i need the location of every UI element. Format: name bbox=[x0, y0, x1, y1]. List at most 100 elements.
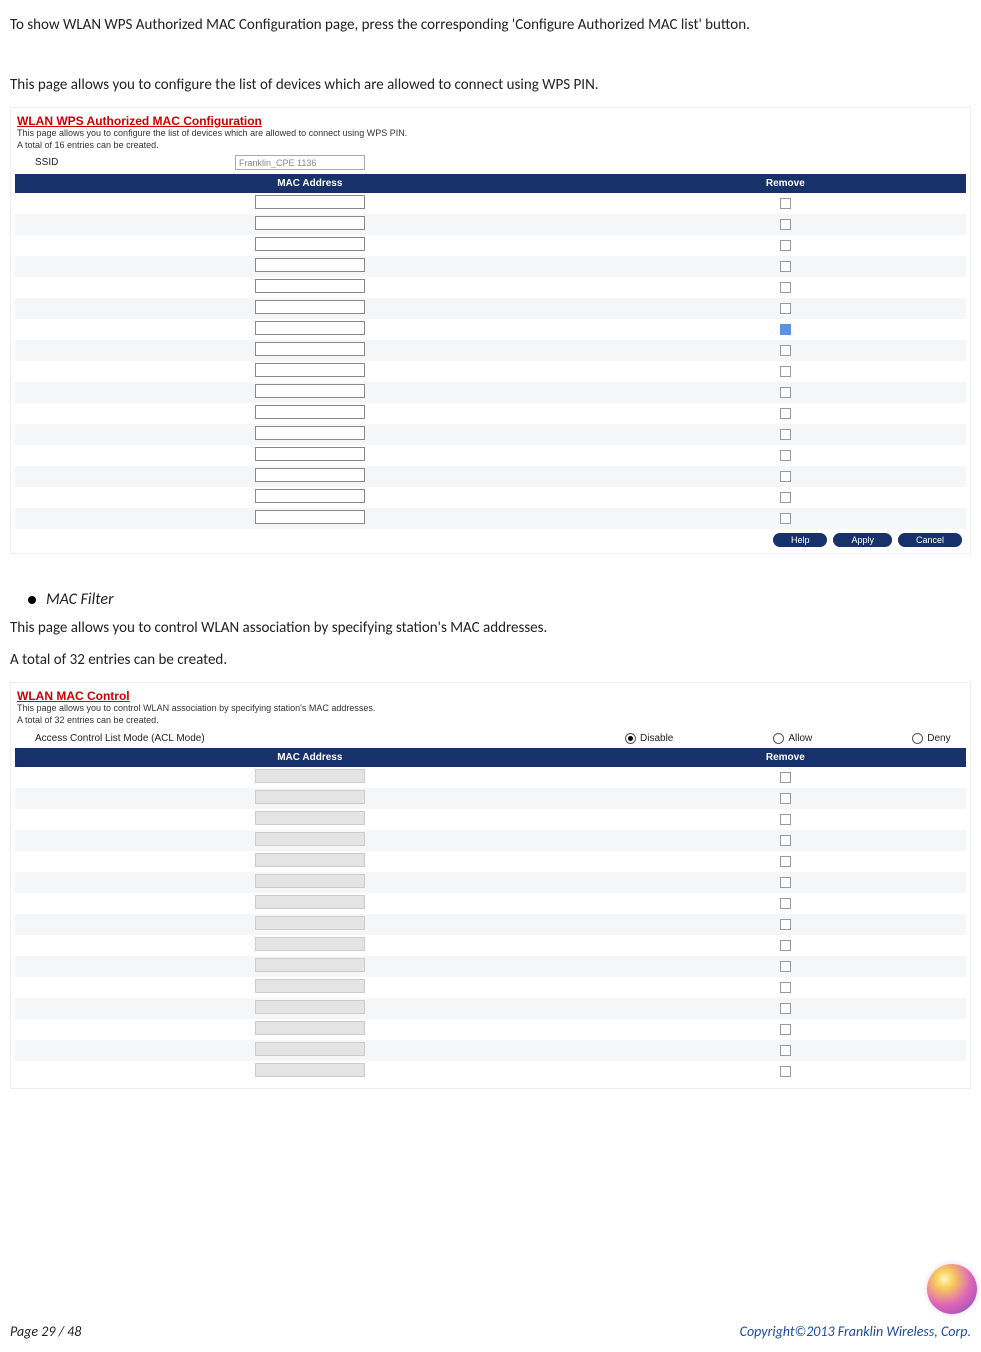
acl-mode-label: Access Control List Mode (ACL Mode) bbox=[35, 733, 625, 744]
panel2-desc2: A total of 32 entries can be created. bbox=[15, 715, 966, 727]
mac-address-input[interactable] bbox=[255, 363, 365, 377]
mac-address-input[interactable] bbox=[255, 874, 365, 888]
globe-logo-icon bbox=[927, 1264, 977, 1314]
mac-address-input[interactable] bbox=[255, 958, 365, 972]
remove-checkbox[interactable] bbox=[780, 898, 791, 909]
mac-address-input[interactable] bbox=[255, 300, 365, 314]
table-row bbox=[15, 235, 966, 256]
table-row bbox=[15, 466, 966, 487]
remove-checkbox[interactable] bbox=[780, 198, 791, 209]
remove-checkbox[interactable] bbox=[780, 814, 791, 825]
mac-address-input[interactable] bbox=[255, 258, 365, 272]
mac-address-input[interactable] bbox=[255, 979, 365, 993]
wlan-mac-control-panel: WLAN MAC Control This page allows you to… bbox=[10, 682, 971, 1088]
filter-paragraph-2: A total of 32 entries can be created. bbox=[10, 645, 971, 677]
panel2-title: WLAN MAC Control bbox=[15, 689, 966, 703]
mac-address-input[interactable] bbox=[255, 1000, 365, 1014]
table-row bbox=[15, 851, 966, 872]
mac-address-input[interactable] bbox=[255, 342, 365, 356]
remove-checkbox[interactable] bbox=[780, 324, 791, 335]
mac-address-input[interactable] bbox=[255, 937, 365, 951]
remove-checkbox[interactable] bbox=[780, 1003, 791, 1014]
wps-mac-config-panel: WLAN WPS Authorized MAC Configuration Th… bbox=[10, 107, 971, 554]
remove-checkbox[interactable] bbox=[780, 513, 791, 524]
remove-checkbox[interactable] bbox=[780, 450, 791, 461]
table-row bbox=[15, 956, 966, 977]
remove-checkbox[interactable] bbox=[780, 492, 791, 503]
table-row bbox=[15, 298, 966, 319]
remove-checkbox[interactable] bbox=[780, 282, 791, 293]
remove-checkbox[interactable] bbox=[780, 940, 791, 951]
mac-address-input[interactable] bbox=[255, 832, 365, 846]
acl-mode-row: Access Control List Mode (ACL Mode) Disa… bbox=[35, 733, 966, 744]
help-button[interactable]: Help bbox=[773, 533, 828, 547]
mac-address-input[interactable] bbox=[255, 510, 365, 524]
radio-icon bbox=[912, 733, 923, 744]
mac-address-input[interactable] bbox=[255, 790, 365, 804]
mac-address-input[interactable] bbox=[255, 237, 365, 251]
acl-option-deny[interactable]: Deny bbox=[912, 733, 950, 744]
table-row bbox=[15, 424, 966, 445]
mac-address-input[interactable] bbox=[255, 426, 365, 440]
mac-address-input[interactable] bbox=[255, 1063, 365, 1077]
mac-address-input[interactable] bbox=[255, 811, 365, 825]
mac-address-input[interactable] bbox=[255, 489, 365, 503]
remove-checkbox[interactable] bbox=[780, 877, 791, 888]
remove-checkbox[interactable] bbox=[780, 387, 791, 398]
apply-button[interactable]: Apply bbox=[833, 533, 892, 547]
remove-checkbox[interactable] bbox=[780, 1045, 791, 1056]
remove-checkbox[interactable] bbox=[780, 240, 791, 251]
mac-address-input[interactable] bbox=[255, 447, 365, 461]
remove-checkbox[interactable] bbox=[780, 366, 791, 377]
remove-checkbox[interactable] bbox=[780, 982, 791, 993]
remove-checkbox[interactable] bbox=[780, 793, 791, 804]
mac-address-input[interactable] bbox=[255, 853, 365, 867]
table-row bbox=[15, 977, 966, 998]
mac-address-input[interactable] bbox=[255, 895, 365, 909]
radio-icon bbox=[625, 733, 636, 744]
remove-checkbox[interactable] bbox=[780, 919, 791, 930]
panel1-desc1: This page allows you to configure the li… bbox=[15, 128, 966, 140]
mac-address-input[interactable] bbox=[255, 1042, 365, 1056]
mac-address-input[interactable] bbox=[255, 1021, 365, 1035]
cancel-button[interactable]: Cancel bbox=[898, 533, 962, 547]
remove-checkbox[interactable] bbox=[780, 772, 791, 783]
mac-address-input[interactable] bbox=[255, 279, 365, 293]
intro-paragraph-2: This page allows you to configure the li… bbox=[10, 70, 971, 102]
acl-option-allow[interactable]: Allow bbox=[773, 733, 812, 744]
table-row bbox=[15, 998, 966, 1019]
remove-checkbox[interactable] bbox=[780, 345, 791, 356]
intro-paragraph-1: To show WLAN WPS Authorized MAC Configur… bbox=[10, 10, 971, 42]
remove-checkbox[interactable] bbox=[780, 408, 791, 419]
table-row bbox=[15, 487, 966, 508]
mac-address-input[interactable] bbox=[255, 916, 365, 930]
remove-checkbox[interactable] bbox=[780, 1024, 791, 1035]
mac-address-input[interactable] bbox=[255, 216, 365, 230]
remove-checkbox[interactable] bbox=[780, 261, 791, 272]
table-row bbox=[15, 340, 966, 361]
table-row bbox=[15, 508, 966, 529]
acl-option-disable-label: Disable bbox=[640, 733, 673, 744]
mac-address-input[interactable] bbox=[255, 321, 365, 335]
radio-icon bbox=[773, 733, 784, 744]
remove-checkbox[interactable] bbox=[780, 219, 791, 230]
mac-address-input[interactable] bbox=[255, 468, 365, 482]
mac-address-input[interactable] bbox=[255, 769, 365, 783]
remove-checkbox[interactable] bbox=[780, 471, 791, 482]
mac-address-input[interactable] bbox=[255, 195, 365, 209]
ssid-input[interactable] bbox=[235, 155, 365, 170]
remove-checkbox[interactable] bbox=[780, 856, 791, 867]
mac-address-input[interactable] bbox=[255, 405, 365, 419]
acl-option-disable[interactable]: Disable bbox=[625, 733, 673, 744]
page-footer: Page 29 / 48 Copyright©2013 Franklin Wir… bbox=[10, 1323, 971, 1340]
remove-checkbox[interactable] bbox=[780, 429, 791, 440]
table-row bbox=[15, 193, 966, 214]
copyright-text: Copyright©2013 Franklin Wireless, Corp. bbox=[740, 1323, 971, 1340]
remove-checkbox[interactable] bbox=[780, 961, 791, 972]
remove-checkbox[interactable] bbox=[780, 303, 791, 314]
table-row bbox=[15, 256, 966, 277]
remove-checkbox[interactable] bbox=[780, 835, 791, 846]
mac-address-input[interactable] bbox=[255, 384, 365, 398]
acl-option-allow-label: Allow bbox=[788, 733, 812, 744]
remove-checkbox[interactable] bbox=[780, 1066, 791, 1077]
